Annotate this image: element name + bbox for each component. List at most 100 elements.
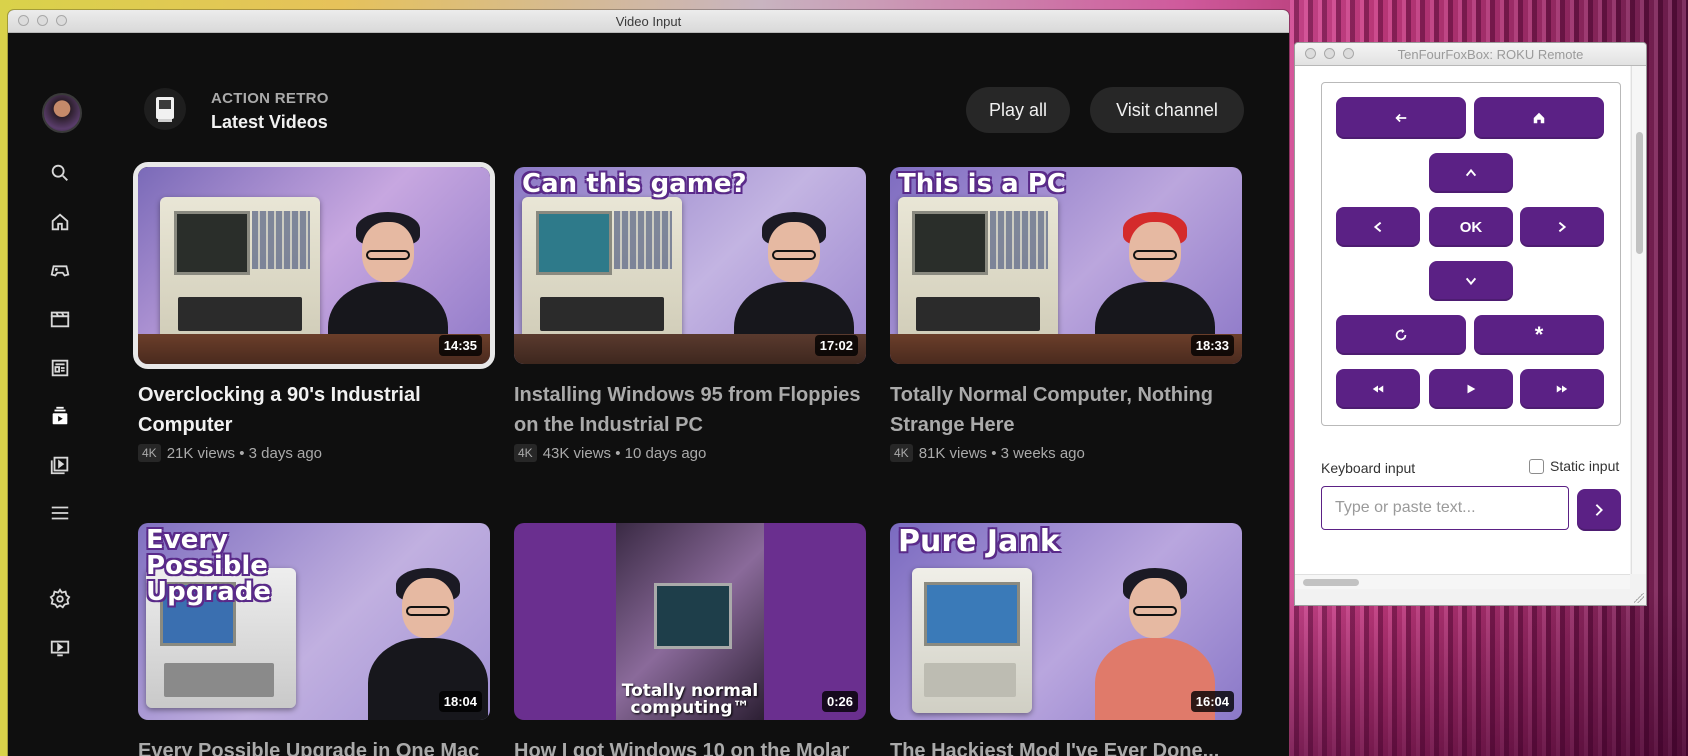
duration-badge: 0:26 <box>821 691 858 712</box>
video-card[interactable]: This is a PC 18:33 Totally Normal Comput… <box>890 167 1242 462</box>
window-title: TenFourFoxBox: ROKU Remote <box>1397 47 1584 62</box>
video-card[interactable]: Can this game? 17:02 Installing Windows … <box>514 167 866 462</box>
static-input-toggle[interactable]: Static input <box>1529 458 1619 474</box>
send-text-button[interactable] <box>1577 489 1621 531</box>
avatar[interactable] <box>42 93 82 133</box>
mac-computer <box>912 568 1032 713</box>
hamburger-icon[interactable] <box>48 501 72 525</box>
horizontal-scrollbar[interactable] <box>1295 574 1630 589</box>
chevron-right-icon <box>1558 221 1567 233</box>
table <box>138 334 490 364</box>
static-input-label: Static input <box>1550 458 1620 474</box>
chevron-left-icon <box>1373 221 1382 233</box>
video-title: Overclocking a 90's Industrial Computer <box>138 384 421 436</box>
quality-badge: 4K <box>138 444 161 462</box>
channel-name: ACTION RETRO <box>211 90 329 107</box>
video-card[interactable]: Totally normal computing™ 0:26 How I got… <box>514 523 866 756</box>
video-thumbnail[interactable]: This is a PC 18:33 <box>890 167 1242 364</box>
video-thumbnail[interactable]: 14:35 <box>133 162 495 369</box>
home-button[interactable] <box>1474 97 1604 139</box>
chevron-right-icon <box>1595 504 1603 516</box>
quality-badge: 4K <box>890 444 913 462</box>
newspaper-icon[interactable] <box>48 356 72 380</box>
table <box>890 334 1242 364</box>
gear-icon[interactable] <box>48 587 72 611</box>
video-input-window: Video Input ACTION RETRO Latest Videos P… <box>8 10 1289 756</box>
back-arrow-icon <box>1395 113 1407 123</box>
duration-badge: 18:04 <box>438 691 482 712</box>
rewind-icon <box>1372 385 1384 393</box>
resize-grip-icon[interactable] <box>1634 593 1644 603</box>
fast-forward-icon <box>1556 385 1568 393</box>
industrial-computer <box>898 197 1058 352</box>
duration-badge: 16:04 <box>1190 691 1234 712</box>
clapperboard-icon[interactable] <box>48 307 72 331</box>
roku-remote-window: TenFourFoxBox: ROKU Remote OK * Keyboard… <box>1294 42 1647 606</box>
video-thumbnail[interactable]: Every Possible Upgrade 18:04 <box>138 523 490 720</box>
up-button[interactable] <box>1429 153 1513 193</box>
visit-channel-button[interactable]: Visit channel <box>1090 87 1244 133</box>
video-title: How I got Windows 10 on the Molar <box>514 740 850 756</box>
main-titlebar[interactable]: Video Input <box>8 10 1289 33</box>
replay-button[interactable] <box>1336 315 1466 355</box>
remote-button-pad: OK * <box>1321 82 1621 426</box>
section-title: Latest Videos <box>211 112 328 132</box>
industrial-computer <box>160 197 320 352</box>
views-age: 81K views • 3 weeks ago <box>918 444 1085 462</box>
remote-titlebar[interactable]: TenFourFoxBox: ROKU Remote <box>1295 43 1646 66</box>
search-icon[interactable] <box>48 161 72 185</box>
keyboard-text-input[interactable] <box>1321 486 1569 530</box>
video-thumbnail[interactable]: Can this game? 17:02 <box>514 167 866 364</box>
video-meta: 4K 21K views • 3 days ago <box>138 444 490 462</box>
playlist-icon[interactable] <box>48 453 72 477</box>
options-button[interactable]: * <box>1474 315 1604 355</box>
tv-icon[interactable] <box>48 636 72 660</box>
thumbnail-caption: Can this game? <box>522 169 747 199</box>
minimize-window-button[interactable] <box>1324 48 1335 59</box>
video-card[interactable]: 14:35 Overclocking a 90's Industrial Com… <box>133 162 495 462</box>
left-button[interactable] <box>1336 207 1420 247</box>
thumbnail-caption: Every Possible Upgrade <box>146 525 271 607</box>
quality-badge: 4K <box>514 444 537 462</box>
table <box>514 334 866 364</box>
desktop-shadow <box>1290 590 1688 756</box>
subscriptions-icon[interactable] <box>48 404 72 428</box>
fast-forward-button[interactable] <box>1520 369 1604 409</box>
channel-logo[interactable] <box>144 88 186 130</box>
play-icon <box>1467 384 1476 394</box>
window-title: Video Input <box>615 14 682 29</box>
video-card[interactable]: Pure Jank 16:04 The Hackiest Mod I've Ev… <box>890 523 1242 756</box>
video-title: Totally Normal Computer, Nothing Strange… <box>890 384 1213 436</box>
down-button[interactable] <box>1429 261 1513 301</box>
youtube-tv-content: ACTION RETRO Latest Videos Play all Visi… <box>8 33 1289 756</box>
close-window-button[interactable] <box>1305 48 1316 59</box>
video-meta: 4K 43K views • 10 days ago <box>514 444 866 462</box>
video-card[interactable]: Every Possible Upgrade 18:04 Every Possi… <box>138 523 490 756</box>
sidebar <box>8 33 112 756</box>
play-button[interactable] <box>1429 369 1513 409</box>
play-all-button[interactable]: Play all <box>966 87 1070 133</box>
chevron-down-icon <box>1465 277 1477 286</box>
video-thumbnail[interactable]: Totally normal computing™ 0:26 <box>514 523 866 720</box>
video-thumbnail[interactable]: Pure Jank 16:04 <box>890 523 1242 720</box>
ok-button[interactable]: OK <box>1429 207 1513 247</box>
back-button[interactable] <box>1336 97 1466 139</box>
thumbnail-caption: Pure Jank <box>898 524 1060 559</box>
scroll-thumb[interactable] <box>1303 579 1359 586</box>
remote-panel: OK * Keyboard input Static input Type or… <box>1295 66 1630 574</box>
static-input-checkbox[interactable] <box>1529 458 1544 474</box>
duration-badge: 14:35 <box>438 335 482 356</box>
thumbnail-caption: This is a PC <box>898 169 1066 199</box>
right-button[interactable] <box>1520 207 1604 247</box>
rewind-button[interactable] <box>1336 369 1420 409</box>
scroll-thumb[interactable] <box>1636 132 1643 254</box>
chevron-up-icon <box>1465 168 1477 177</box>
home-icon[interactable] <box>48 210 72 234</box>
industrial-computer <box>522 197 682 352</box>
video-title: Every Possible Upgrade in One Mac <box>138 740 480 756</box>
duration-badge: 17:02 <box>814 335 858 356</box>
duration-badge: 18:33 <box>1190 335 1234 356</box>
vertical-scrollbar[interactable] <box>1631 66 1646 574</box>
gamepad-icon[interactable] <box>48 258 72 282</box>
video-title: Installing Windows 95 from Floppies on t… <box>514 384 861 436</box>
